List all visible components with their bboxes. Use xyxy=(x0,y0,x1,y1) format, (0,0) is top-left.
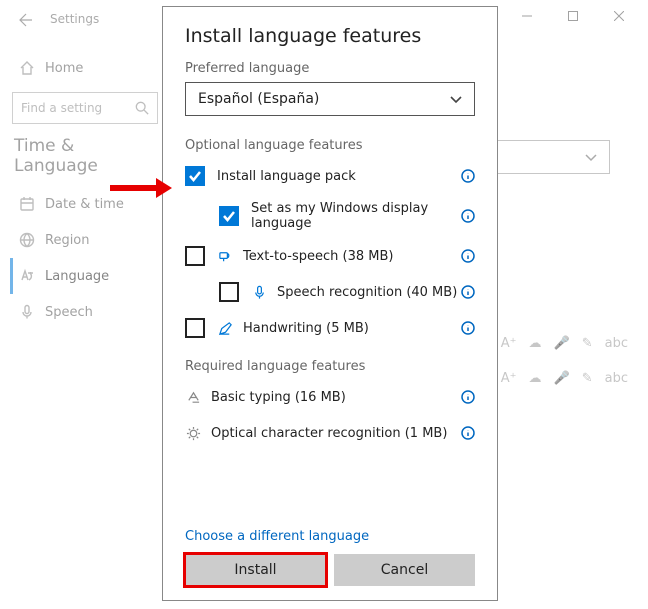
sidebar-item-region[interactable]: Region xyxy=(10,222,160,258)
info-icon[interactable] xyxy=(461,426,475,440)
feature-tts: Text-to-speech (38 MB) xyxy=(185,245,475,267)
info-icon[interactable] xyxy=(461,321,475,335)
calendar-icon xyxy=(19,196,35,212)
language-icon xyxy=(19,268,35,284)
feature-handwriting: Handwriting (5 MB) xyxy=(185,317,475,339)
annotation-arrow xyxy=(106,176,174,204)
install-button[interactable]: Install xyxy=(185,554,326,586)
tts-icon xyxy=(217,248,233,264)
checkbox-handwriting[interactable] xyxy=(185,318,205,338)
sidebar-item-speech[interactable]: Speech xyxy=(10,294,160,330)
search-input[interactable]: Find a setting xyxy=(12,92,158,124)
sidebar-item-language[interactable]: Language xyxy=(10,258,160,294)
sidebar-item-label: Language xyxy=(45,269,109,284)
required-ocr: Optical character recognition (1 MB) xyxy=(185,422,475,444)
info-icon[interactable] xyxy=(461,249,475,263)
install-language-dialog: Install language features Preferred lang… xyxy=(162,6,498,601)
preferred-language-label: Preferred language xyxy=(185,61,475,76)
category-title: Time & Language xyxy=(14,136,156,176)
back-button[interactable] xyxy=(16,12,32,32)
language-select[interactable]: Español (España) xyxy=(185,82,475,116)
pen-icon xyxy=(217,320,233,336)
feature-label: Handwriting (5 MB) xyxy=(243,321,461,336)
microphone-icon xyxy=(251,284,267,300)
home-icon xyxy=(19,60,35,76)
info-icon[interactable] xyxy=(461,209,475,223)
info-icon[interactable] xyxy=(461,285,475,299)
search-icon xyxy=(135,101,149,115)
globe-icon xyxy=(19,232,35,248)
feature-label: Speech recognition (40 MB) xyxy=(277,285,461,300)
checkbox-display-language[interactable] xyxy=(219,206,239,226)
checkbox-language-pack[interactable] xyxy=(185,166,205,186)
feature-label: Set as my Windows display language xyxy=(251,201,461,231)
feature-speech-recognition: Speech recognition (40 MB) xyxy=(185,281,475,303)
feature-label: Optical character recognition (1 MB) xyxy=(211,426,461,441)
maximize-button[interactable] xyxy=(550,0,596,32)
checkbox-speech[interactable] xyxy=(219,282,239,302)
choose-different-link[interactable]: Choose a different language xyxy=(185,529,475,544)
cancel-button[interactable]: Cancel xyxy=(334,554,475,586)
required-header: Required language features xyxy=(185,359,475,374)
search-placeholder: Find a setting xyxy=(21,101,102,115)
feature-language-pack: Install language pack xyxy=(185,165,475,187)
microphone-icon xyxy=(19,304,35,320)
chevron-down-icon xyxy=(450,93,462,105)
minimize-button[interactable] xyxy=(504,0,550,32)
feature-label: Basic typing (16 MB) xyxy=(211,390,461,405)
sidebar-home-label: Home xyxy=(45,61,83,76)
required-typing: Basic typing (16 MB) xyxy=(185,386,475,408)
dialog-title: Install language features xyxy=(185,25,475,47)
keyboard-icon xyxy=(185,389,201,405)
info-icon[interactable] xyxy=(461,390,475,404)
feature-label: Install language pack xyxy=(217,169,461,184)
checkbox-tts[interactable] xyxy=(185,246,205,266)
sidebar-item-label: Speech xyxy=(45,305,93,320)
feature-label: Text-to-speech (38 MB) xyxy=(243,249,461,264)
info-icon[interactable] xyxy=(461,169,475,183)
sidebar-home[interactable]: Home xyxy=(10,50,160,86)
optional-header: Optional language features xyxy=(185,138,475,153)
app-title: Settings xyxy=(50,12,99,26)
language-select-value: Español (España) xyxy=(198,91,319,107)
sidebar-item-label: Region xyxy=(45,233,90,248)
feature-display-language: Set as my Windows display language xyxy=(185,201,475,231)
close-button[interactable] xyxy=(596,0,642,32)
ocr-icon xyxy=(185,425,201,441)
